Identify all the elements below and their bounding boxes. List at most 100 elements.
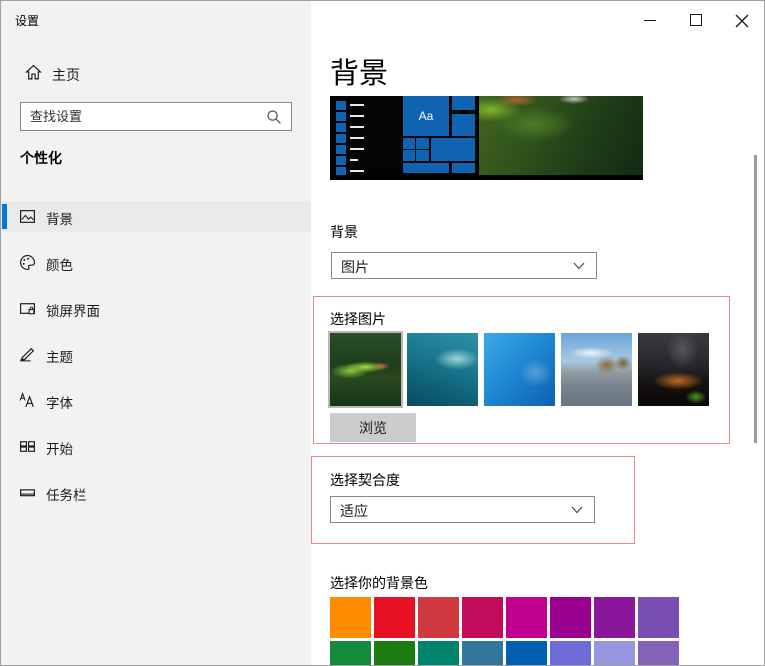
preview-menu-square bbox=[336, 123, 346, 132]
maximize-icon bbox=[690, 14, 702, 26]
choose-color-label: 选择你的背景色 bbox=[330, 575, 428, 591]
sidebar-item-label: 字体 bbox=[46, 396, 73, 411]
sidebar-item-home[interactable]: 主页 bbox=[1, 57, 311, 89]
preview-tile bbox=[452, 114, 475, 136]
sidebar-item-label: 任务栏 bbox=[46, 488, 87, 503]
background-type-label: 背景 bbox=[330, 224, 358, 240]
sidebar-item-lockscreen[interactable]: 锁屏界面 bbox=[1, 293, 311, 324]
preview-menu-line bbox=[350, 126, 364, 128]
search-input[interactable] bbox=[30, 103, 260, 130]
sidebar-item-label: 锁屏界面 bbox=[46, 304, 100, 319]
preview-tile bbox=[452, 96, 475, 110]
preview-wallpaper-image bbox=[479, 96, 643, 175]
fonts-icon bbox=[19, 392, 36, 409]
color-swatch[interactable] bbox=[418, 641, 459, 665]
preview-menu-line bbox=[350, 137, 364, 139]
color-swatch[interactable] bbox=[330, 597, 371, 638]
preview-taskbar bbox=[330, 175, 643, 180]
choose-fit-label: 选择契合度 bbox=[330, 472, 400, 488]
selected-indicator bbox=[2, 204, 7, 229]
home-icon bbox=[25, 64, 42, 81]
background-icon bbox=[19, 208, 36, 225]
color-swatch[interactable] bbox=[638, 641, 679, 665]
color-swatch[interactable] bbox=[506, 641, 547, 665]
close-button[interactable] bbox=[719, 1, 764, 41]
minimize-icon bbox=[644, 20, 656, 21]
preview-menu-square bbox=[336, 145, 346, 154]
sidebar: 设置 主页 个性化 背景 颜色 bbox=[1, 1, 311, 665]
sidebar-item-themes[interactable]: 主题 bbox=[1, 339, 311, 370]
color-swatch[interactable] bbox=[594, 597, 635, 638]
preview-menu-line bbox=[350, 148, 364, 150]
preview-tile bbox=[403, 150, 415, 161]
sidebar-item-label: 背景 bbox=[46, 212, 73, 227]
color-swatch[interactable] bbox=[594, 641, 635, 665]
color-swatch[interactable] bbox=[374, 597, 415, 638]
preview-menu-square bbox=[336, 156, 346, 165]
color-swatch[interactable] bbox=[330, 641, 371, 665]
themes-icon bbox=[19, 346, 36, 363]
close-icon bbox=[735, 14, 749, 28]
preview-tile bbox=[452, 163, 475, 173]
taskbar-icon bbox=[19, 484, 36, 501]
color-swatch[interactable] bbox=[506, 597, 547, 638]
sidebar-item-colors[interactable]: 颜色 bbox=[1, 247, 311, 278]
sidebar-item-label: 颜色 bbox=[46, 258, 73, 273]
choose-picture-label: 选择图片 bbox=[330, 311, 386, 327]
dropdown-value: 适应 bbox=[340, 503, 368, 519]
preview-tile bbox=[416, 138, 429, 149]
sidebar-item-label: 主题 bbox=[46, 350, 73, 365]
start-tiles-icon bbox=[19, 438, 36, 455]
preview-tile bbox=[431, 138, 475, 161]
sidebar-item-start[interactable]: 开始 bbox=[1, 431, 311, 462]
search-box bbox=[20, 102, 292, 131]
preview-menu-line bbox=[350, 159, 358, 161]
preview-menu-line bbox=[350, 170, 364, 172]
thumbnail-windows-default-blue[interactable] bbox=[484, 333, 555, 406]
search-icon[interactable] bbox=[266, 109, 282, 125]
preview-tile bbox=[403, 163, 449, 173]
sidebar-item-taskbar[interactable]: 任务栏 bbox=[1, 477, 311, 508]
color-swatch[interactable] bbox=[550, 597, 591, 638]
preview-tile bbox=[416, 150, 429, 161]
chevron-down-icon bbox=[573, 262, 585, 270]
thumbnail-underwater-swimmer[interactable] bbox=[407, 333, 478, 406]
preview-menu-square bbox=[336, 112, 346, 121]
lockscreen-icon bbox=[19, 300, 36, 317]
color-swatch[interactable] bbox=[418, 597, 459, 638]
color-swatch[interactable] bbox=[638, 597, 679, 638]
thumbnail-night-sky-tent[interactable] bbox=[638, 333, 709, 406]
sidebar-item-label: 开始 bbox=[46, 442, 73, 457]
app-title: 设置 bbox=[15, 14, 40, 28]
color-swatch[interactable] bbox=[462, 641, 503, 665]
background-color-grid bbox=[330, 597, 679, 665]
color-swatch[interactable] bbox=[374, 641, 415, 665]
preview-menu-square bbox=[336, 101, 346, 110]
sidebar-section-title: 个性化 bbox=[20, 150, 62, 166]
vertical-scrollbar[interactable] bbox=[754, 155, 757, 443]
thumbnail-beach-rock-arches[interactable] bbox=[561, 333, 632, 406]
sidebar-item-fonts[interactable]: 字体 bbox=[1, 385, 311, 416]
color-swatch[interactable] bbox=[550, 641, 591, 665]
page-title: 背景 bbox=[330, 58, 389, 90]
settings-window: 设置 主页 个性化 背景 颜色 bbox=[0, 0, 765, 666]
preview-tile-aa: Aa bbox=[403, 96, 449, 136]
browse-button[interactable]: 浏览 bbox=[330, 413, 416, 442]
color-swatch[interactable] bbox=[462, 597, 503, 638]
picture-thumbnails bbox=[330, 333, 709, 406]
chevron-down-icon bbox=[571, 506, 583, 514]
background-preview: Aa bbox=[330, 96, 643, 180]
palette-icon bbox=[19, 254, 36, 271]
maximize-button[interactable] bbox=[673, 1, 719, 41]
fit-dropdown[interactable]: 适应 bbox=[330, 496, 595, 523]
preview-tile bbox=[403, 138, 415, 149]
thumbnail-green-lake-village[interactable] bbox=[330, 333, 401, 406]
preview-menu-line bbox=[350, 115, 364, 117]
preview-menu-square bbox=[336, 134, 346, 143]
dropdown-value: 图片 bbox=[341, 259, 369, 275]
background-type-dropdown[interactable]: 图片 bbox=[331, 252, 597, 279]
sidebar-item-background[interactable]: 背景 bbox=[1, 201, 311, 232]
preview-menu-line bbox=[350, 104, 364, 106]
sidebar-home-label: 主页 bbox=[52, 67, 80, 83]
minimize-button[interactable] bbox=[627, 1, 673, 41]
